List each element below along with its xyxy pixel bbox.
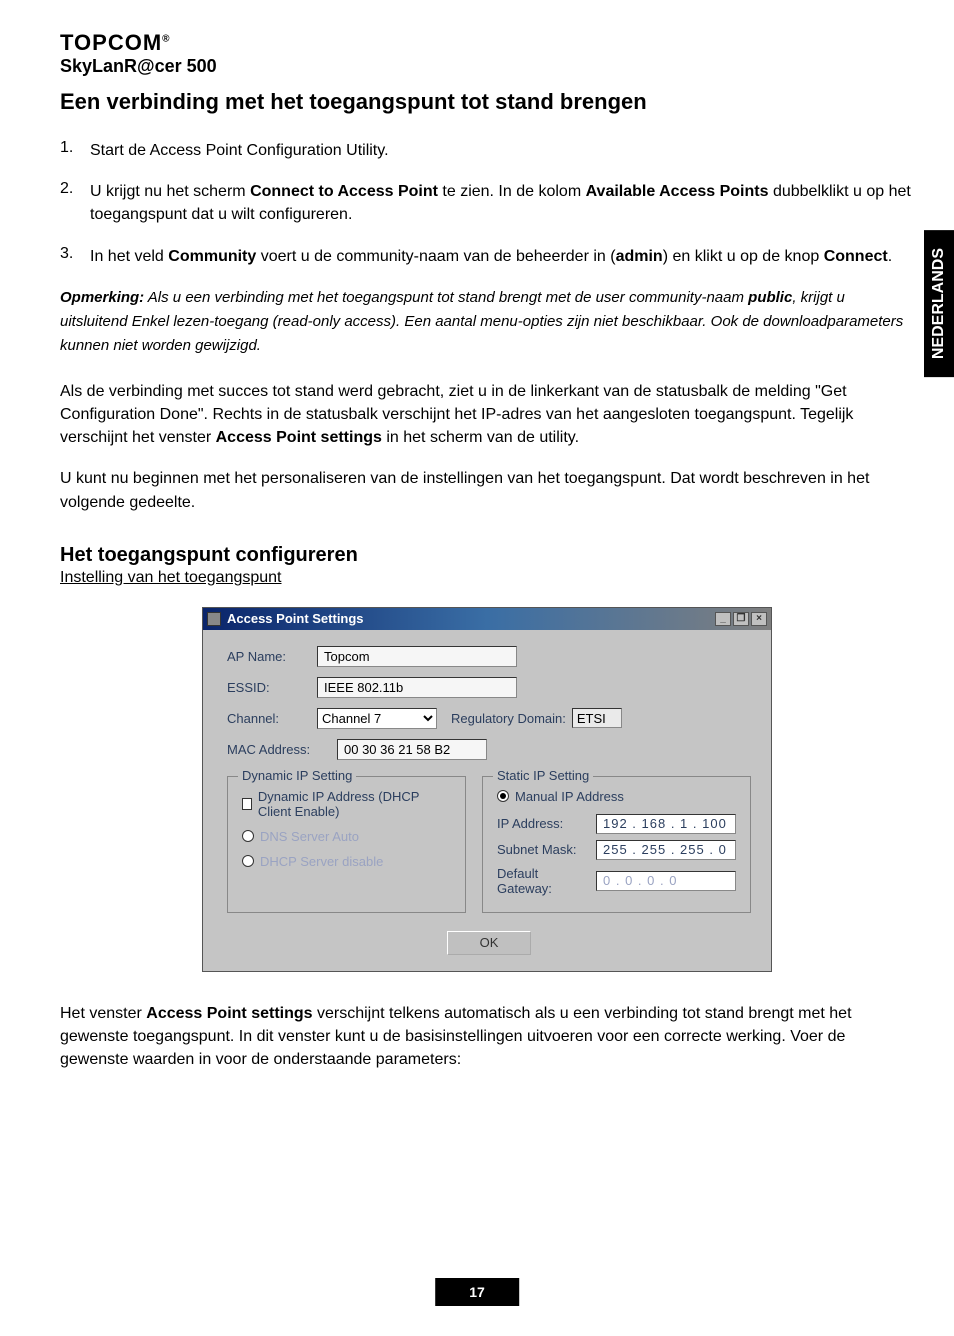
- mac-input[interactable]: [337, 739, 487, 760]
- subnet-label: Subnet Mask:: [497, 842, 592, 857]
- apname-label: AP Name:: [227, 649, 317, 664]
- manual-ip-label: Manual IP Address: [515, 789, 624, 804]
- essid-label: ESSID:: [227, 680, 317, 695]
- dns-auto-radio[interactable]: [242, 830, 254, 842]
- regdomain-label: Regulatory Domain:: [451, 711, 566, 726]
- ok-button[interactable]: OK: [447, 931, 531, 955]
- dynamic-ip-group: Dynamic IP Setting Dynamic IP Address (D…: [227, 776, 466, 913]
- maximize-button[interactable]: ❐: [733, 612, 749, 626]
- paragraph-personalize: U kunt nu beginnen met het personalisere…: [60, 467, 914, 513]
- dns-auto-label: DNS Server Auto: [260, 829, 359, 844]
- model-name: SkyLanR@cer 500: [60, 56, 217, 77]
- subnet-input[interactable]: 255 . 255 . 255 . 0: [596, 840, 736, 860]
- close-button[interactable]: ×: [751, 612, 767, 626]
- step-1: 1. Start de Access Point Configuration U…: [60, 139, 914, 162]
- language-tab: NEDERLANDS: [924, 230, 954, 377]
- dhcp-server-label: DHCP Server disable: [260, 854, 383, 869]
- sub-subheading: Instelling van het toegangspunt: [60, 569, 282, 587]
- step-2: 2. U krijgt nu het scherm Connect to Acc…: [60, 180, 914, 226]
- paragraph-window-explain: Het venster Access Point settings versch…: [60, 1002, 914, 1072]
- dynamic-group-title: Dynamic IP Setting: [238, 768, 356, 783]
- page-header: TOPCOM® SkyLanR@cer 500: [60, 30, 914, 77]
- window-title: Access Point Settings: [227, 611, 364, 626]
- static-group-title: Static IP Setting: [493, 768, 593, 783]
- ipaddress-label: IP Address:: [497, 816, 592, 831]
- apname-input[interactable]: [317, 646, 517, 667]
- gateway-input[interactable]: 0 . 0 . 0 . 0: [596, 871, 736, 891]
- dhcp-server-radio[interactable]: [242, 855, 254, 867]
- channel-label: Channel:: [227, 711, 317, 726]
- static-ip-group: Static IP Setting Manual IP Address IP A…: [482, 776, 751, 913]
- regdomain-input[interactable]: [572, 708, 622, 728]
- titlebar: Access Point Settings _ ❐ ×: [203, 608, 771, 630]
- section-heading: Een verbinding met het toegangspunt tot …: [60, 89, 914, 115]
- manual-ip-radio[interactable]: [497, 790, 509, 802]
- note-paragraph: Opmerking: Als u een verbinding met het …: [60, 286, 914, 358]
- step-3: 3. In het veld Community voert u de comm…: [60, 245, 914, 268]
- minimize-button[interactable]: _: [715, 612, 731, 626]
- window-system-icon: [207, 612, 221, 626]
- gateway-label: Default Gateway:: [497, 866, 592, 896]
- channel-select[interactable]: Channel 7: [317, 708, 437, 729]
- dynamic-ip-checkbox-label: Dynamic IP Address (DHCP Client Enable): [258, 789, 451, 819]
- ipaddress-input[interactable]: 192 . 168 . 1 . 100: [596, 814, 736, 834]
- dynamic-ip-checkbox[interactable]: [242, 798, 252, 810]
- settings-window: Access Point Settings _ ❐ × AP Name: ESS…: [202, 607, 772, 972]
- brand-logo: TOPCOM®: [60, 30, 217, 56]
- essid-input[interactable]: [317, 677, 517, 698]
- subsection-heading: Het toegangspunt configureren: [60, 544, 914, 567]
- mac-label: MAC Address:: [227, 742, 337, 757]
- paragraph-success: Als de verbinding met succes tot stand w…: [60, 380, 914, 450]
- page-number: 17: [435, 1278, 519, 1306]
